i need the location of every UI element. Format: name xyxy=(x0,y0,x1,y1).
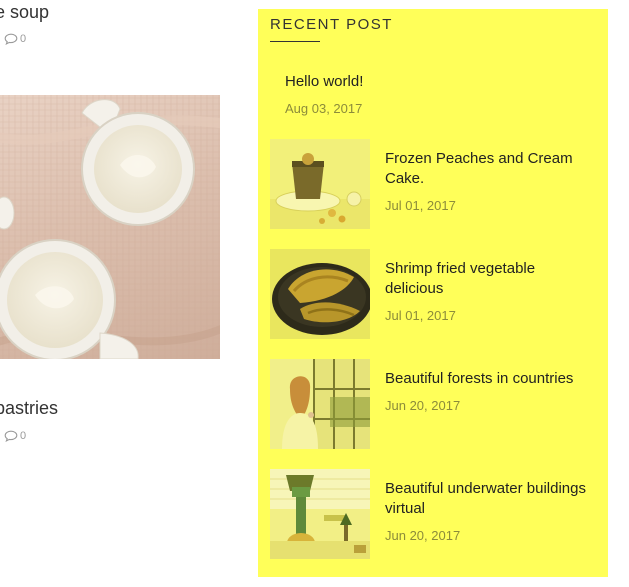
comment-count[interactable]: 0 xyxy=(4,33,26,45)
title-underline xyxy=(270,41,320,42)
recent-post-title[interactable]: Hello world! xyxy=(285,72,495,92)
comment-count-value: 0 xyxy=(20,33,27,45)
recent-post-date: Jul 01, 2017 xyxy=(385,308,456,323)
recent-post-title[interactable]: Frozen Peaches and Cream Cake. xyxy=(385,149,595,189)
recent-post-thumbnail[interactable] xyxy=(270,469,370,559)
post-title-link[interactable]: pastries xyxy=(0,398,58,419)
comment-icon xyxy=(4,33,18,45)
recent-post-date: Jun 20, 2017 xyxy=(385,528,461,543)
recent-post-thumbnail[interactable] xyxy=(270,139,370,229)
recent-post-title[interactable]: Beautiful underwater buildings virtual xyxy=(385,479,595,519)
post-title-link[interactable]: e soup xyxy=(0,2,49,23)
post-featured-image[interactable] xyxy=(0,95,220,359)
comment-count-value: 0 xyxy=(20,430,27,442)
comment-icon xyxy=(4,430,18,442)
recent-post-title[interactable]: Beautiful forests in countries xyxy=(385,369,595,389)
widget-title: Recent Post xyxy=(270,16,393,33)
recent-post-thumbnail[interactable] xyxy=(270,359,370,449)
recent-post-widget: Recent Post Hello world! Aug 03, 2017 Fr… xyxy=(258,9,608,577)
comment-count[interactable]: 0 xyxy=(4,430,26,442)
recent-post-date: Jun 20, 2017 xyxy=(385,398,461,413)
recent-post-date: Jul 01, 2017 xyxy=(385,198,456,213)
recent-post-date: Aug 03, 2017 xyxy=(285,101,363,116)
recent-post-thumbnail[interactable] xyxy=(270,249,370,339)
recent-post-title[interactable]: Shrimp fried vegetable delicious xyxy=(385,259,595,299)
